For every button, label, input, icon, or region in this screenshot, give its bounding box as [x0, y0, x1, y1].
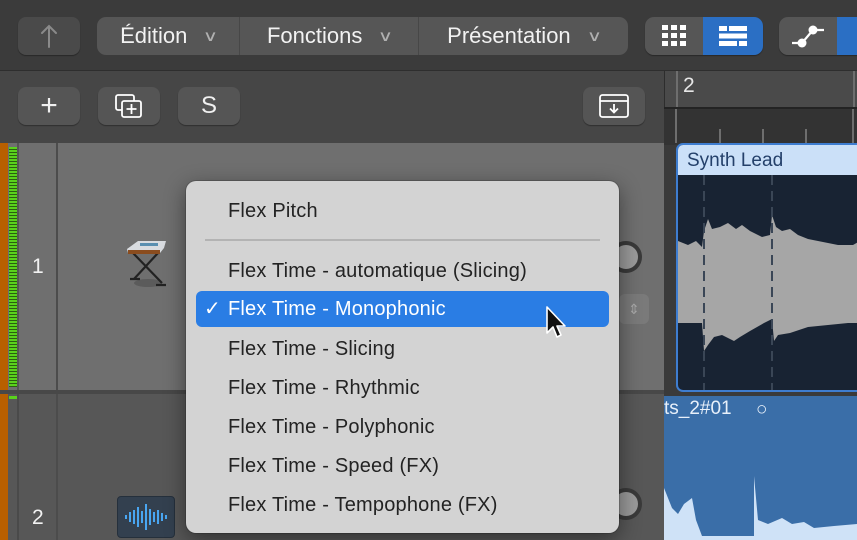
- menu-item-flex-time-tempophone[interactable]: Flex Time - Tempophone (FX): [186, 487, 619, 523]
- automation-button[interactable]: [779, 17, 837, 55]
- level-meter: [9, 147, 17, 387]
- solo-button[interactable]: S: [178, 87, 240, 125]
- timeline-ruler[interactable]: 2: [664, 71, 857, 107]
- automation-curve-icon: [792, 25, 824, 48]
- track-color-strip: [0, 394, 8, 540]
- audio-waveform-icon: [125, 504, 167, 530]
- download-icon: [599, 94, 629, 118]
- solo-label: S: [200, 92, 217, 119]
- menu-item-label: Flex Pitch: [228, 200, 318, 222]
- main-toolbar: Édition ∨ Fonctions ∨ Présentation ∨: [0, 0, 857, 71]
- track-color-strip: [0, 143, 8, 390]
- region-name: Synth Lead: [678, 145, 857, 175]
- checkmark-icon: ✓: [204, 298, 221, 320]
- flex-button[interactable]: [837, 17, 857, 55]
- menu-item-flex-time-automatic[interactable]: Flex Time - automatique (Slicing): [186, 253, 619, 289]
- mouse-cursor-icon: [546, 306, 566, 338]
- menu-item-label: Flex Time - Tempophone (FX): [228, 494, 498, 516]
- menu-item-label: Flex Time - Polyphonic: [228, 416, 435, 438]
- menu-item-label: Flex Time - Speed (FX): [228, 455, 440, 477]
- track-number: 1: [32, 255, 44, 278]
- region-name: ts_2#01: [664, 398, 732, 419]
- menu-edition[interactable]: Édition ∨: [97, 17, 241, 55]
- menu-item-label: Flex Time - Rhythmic: [228, 377, 420, 399]
- chevron-down-icon: ∨: [378, 28, 394, 45]
- separator: [56, 394, 58, 540]
- level-meter: [9, 396, 17, 399]
- flex-mode-menu: Flex Pitch Flex Time - automatique (Slic…: [186, 181, 619, 533]
- separator: [56, 143, 58, 390]
- beat-tick: [805, 129, 807, 143]
- menu-presentation-label: Présentation: [447, 23, 571, 48]
- menu-item-flex-pitch[interactable]: Flex Pitch: [186, 193, 619, 229]
- automation-toggle-group: [779, 17, 857, 55]
- beat-tick: [675, 109, 677, 143]
- grid-view-button[interactable]: [645, 17, 703, 55]
- list-view-button[interactable]: [703, 17, 763, 55]
- menu-divider: [205, 239, 600, 241]
- region-synth-lead[interactable]: Synth Lead: [676, 143, 857, 392]
- track-number: 2: [32, 506, 44, 529]
- menu-item-label: Flex Time - Slicing: [228, 338, 396, 360]
- up-arrow-icon: [41, 24, 57, 48]
- chevron-down-icon: ∨: [586, 28, 602, 45]
- timeline-subruler[interactable]: [664, 107, 857, 145]
- region-waveform: [678, 175, 857, 390]
- view-toggle-group: [645, 17, 763, 55]
- duplicate-track-button[interactable]: [98, 87, 160, 125]
- back-button[interactable]: [18, 17, 80, 55]
- menu-item-flex-time-speed[interactable]: Flex Time - Speed (FX): [186, 448, 619, 484]
- region-audio-2[interactable]: ts_2#01 ○: [664, 396, 857, 540]
- menu-item-flex-time-polyphonic[interactable]: Flex Time - Polyphonic: [186, 409, 619, 445]
- separator: [17, 143, 19, 390]
- beat-tick: [762, 129, 764, 143]
- add-track-label: +: [40, 89, 58, 122]
- menu-edition-label: Édition: [120, 23, 188, 48]
- list-view-icon: [719, 26, 747, 46]
- keyboard-instrument-icon: [127, 241, 166, 287]
- separator: [17, 394, 19, 540]
- loop-icon: ○: [756, 399, 768, 420]
- beat-tick: [719, 129, 721, 143]
- menu-presentation[interactable]: Présentation ∨: [419, 17, 628, 55]
- download-button[interactable]: [583, 87, 645, 125]
- audio-track-icon-tile: [117, 496, 175, 538]
- bar-marker: [853, 71, 855, 107]
- bar-marker: [676, 71, 678, 107]
- bar-number: 2: [683, 74, 695, 97]
- chevron-down-icon: ∨: [203, 28, 219, 45]
- duplicate-track-icon: [115, 94, 142, 118]
- track-header-toolbar: + S: [0, 71, 664, 143]
- menu-item-label: Flex Time - automatique (Slicing): [228, 260, 527, 282]
- menu-item-label: Flex Time - Monophonic: [228, 298, 446, 320]
- menu-item-flex-time-rhythmic[interactable]: Flex Time - Rhythmic: [186, 370, 619, 406]
- grid-view-icon: [662, 25, 686, 46]
- flex-mode-stepper[interactable]: ⇕: [619, 294, 649, 324]
- menu-bar: Édition ∨ Fonctions ∨ Présentation ∨: [97, 17, 628, 55]
- add-track-button[interactable]: +: [18, 87, 80, 125]
- beat-tick: [852, 109, 854, 143]
- menu-fonctions[interactable]: Fonctions ∨: [240, 17, 419, 55]
- menu-fonctions-label: Fonctions: [266, 23, 363, 48]
- region-waveform: [664, 476, 857, 540]
